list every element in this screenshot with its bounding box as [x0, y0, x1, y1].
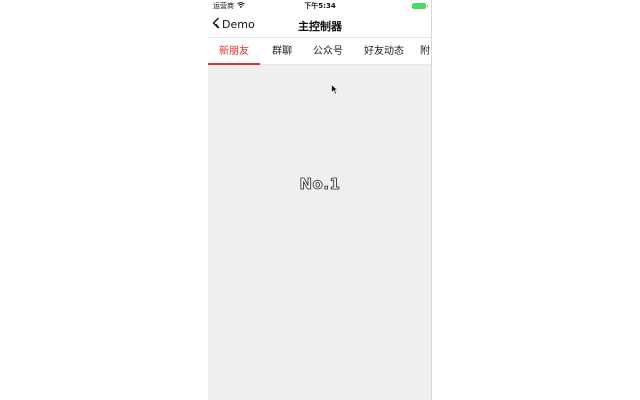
tab-friend-updates[interactable]: 好友动态: [352, 38, 416, 64]
status-time: 下午5:34: [304, 2, 336, 10]
content-area[interactable]: No.1: [208, 65, 431, 400]
battery-icon: [412, 3, 428, 9]
tab-official-accounts[interactable]: 公众号: [304, 38, 352, 64]
tab-group-chat[interactable]: 群聊: [260, 38, 304, 64]
page-title: 主控制器: [298, 20, 342, 33]
tab-nearby[interactable]: 附: [420, 38, 431, 64]
page-number-label: No.1: [299, 175, 341, 194]
tab-bar: 新朋友 群聊 公众号 好友动态 附: [208, 38, 431, 65]
phone-screen: 运营商 下午5:34 Demo 主控制器 新朋友 群聊 公众号 好友动态 附 N…: [208, 0, 432, 400]
mouse-pointer-icon: [331, 80, 339, 99]
tab-new-friends[interactable]: 新朋友: [208, 38, 260, 64]
status-bar: 运营商 下午5:34: [208, 0, 431, 12]
navigation-bar: Demo 主控制器: [208, 12, 431, 38]
